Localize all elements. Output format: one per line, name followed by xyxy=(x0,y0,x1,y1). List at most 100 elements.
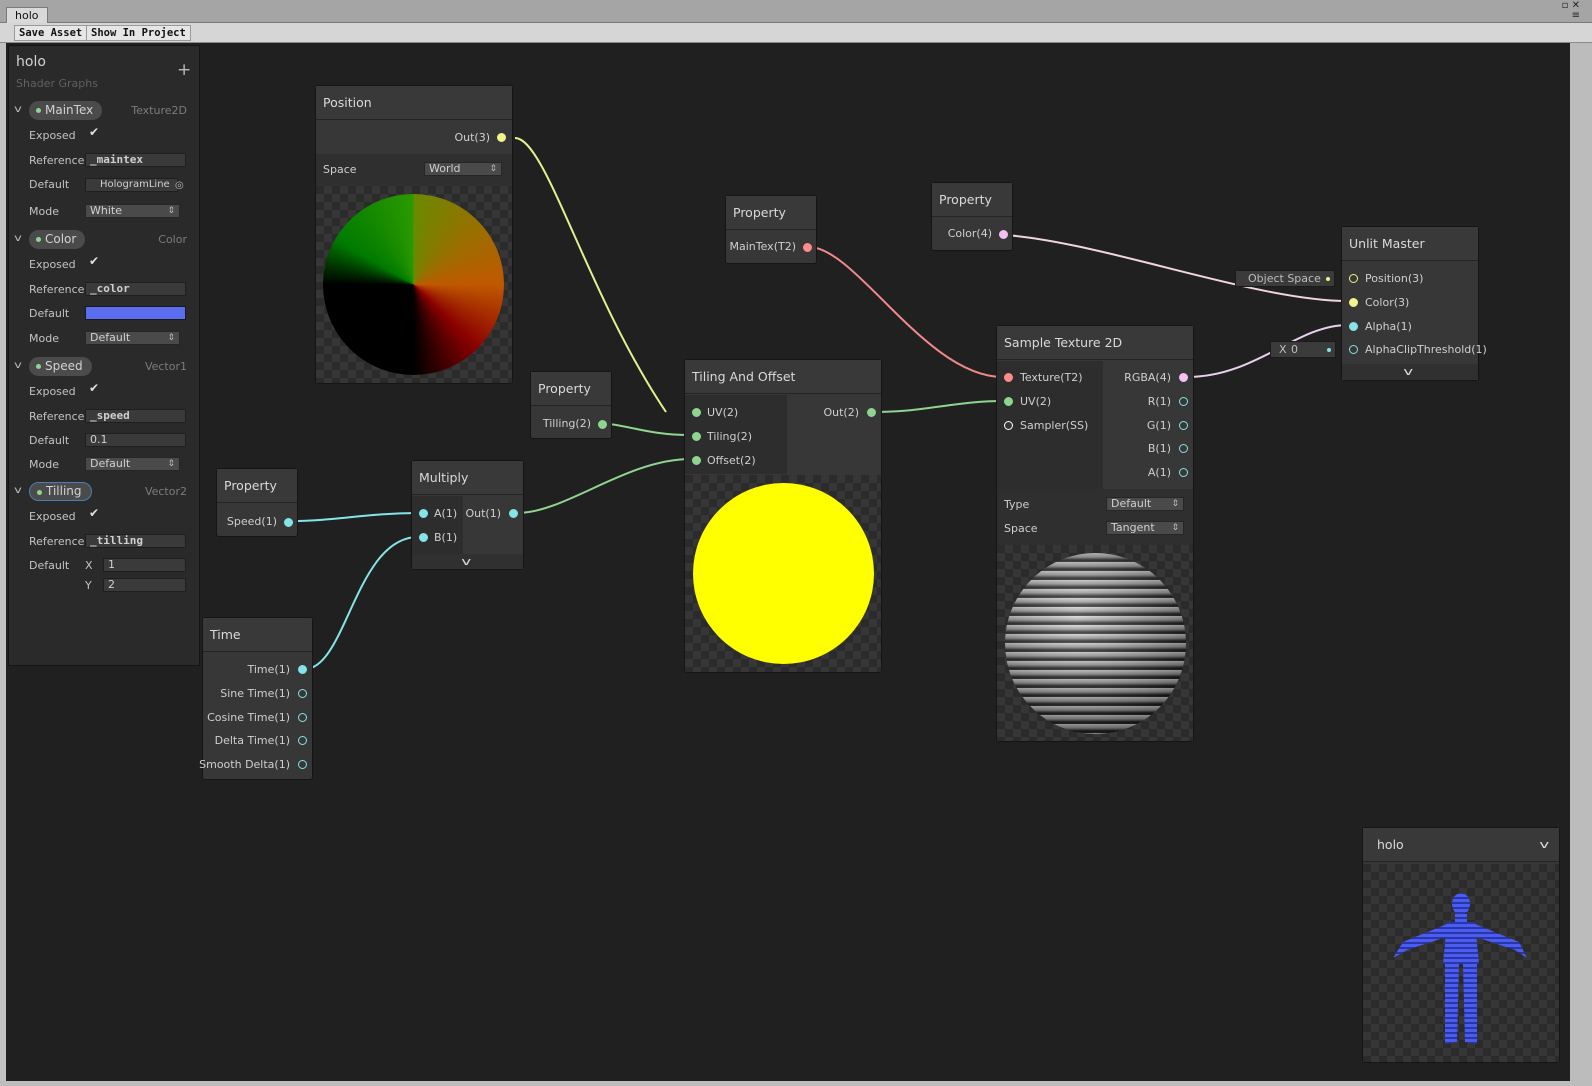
preview-viewport[interactable] xyxy=(1363,864,1559,1062)
output-port-delta-time[interactable] xyxy=(298,736,307,745)
mode-dropdown[interactable]: White xyxy=(85,204,180,218)
output-port-rgba[interactable] xyxy=(1179,373,1188,382)
mode-dropdown[interactable]: Default xyxy=(85,331,180,345)
node-unlit-master[interactable]: Unlit Master Position(3) Color(3) Alpha(… xyxy=(1341,226,1487,381)
output-port-out[interactable] xyxy=(497,133,506,142)
type-dropdown[interactable]: Default xyxy=(1106,497,1184,511)
output-port-texture[interactable] xyxy=(803,243,812,252)
reference-field[interactable]: _maintex xyxy=(85,153,186,167)
space-dropdown[interactable]: World xyxy=(424,162,502,176)
object-picker-icon[interactable]: ◎ xyxy=(175,180,184,191)
blackboard-panel: holo Shader Graphs + v MainTex Texture2D… xyxy=(8,45,200,666)
chevron-down-icon[interactable]: v xyxy=(14,485,22,496)
object-space-inline[interactable]: Object Space xyxy=(1235,270,1335,287)
port-label-out: Color(4) xyxy=(947,227,992,240)
space-label: Space xyxy=(323,163,357,176)
graph-canvas[interactable]: holo Shader Graphs + v MainTex Texture2D… xyxy=(6,43,1570,1081)
property-pill-speed[interactable]: Speed xyxy=(29,357,92,376)
edge-multiply-to-offset xyxy=(516,458,692,514)
inline-connector-dot xyxy=(1326,277,1330,281)
alpha-clip-x-value[interactable]: 0 xyxy=(1291,343,1298,356)
output-port-b[interactable] xyxy=(1179,444,1188,453)
default-value-field[interactable]: 0.1 xyxy=(85,433,186,447)
output-port-cosine-time[interactable] xyxy=(298,713,307,722)
texture-object-field[interactable]: HologramLine xyxy=(85,178,178,192)
port-label-uv: UV(2) xyxy=(707,406,739,419)
node-property-speed[interactable]: Property Speed(1) xyxy=(216,468,298,537)
window-menu-icon[interactable]: ≡ xyxy=(1562,11,1580,21)
node-multiply[interactable]: Multiply A(1) B(1) Out(1) v xyxy=(411,460,524,570)
node-sample-texture-2d[interactable]: Sample Texture 2D Texture(T2) UV(2) Samp… xyxy=(996,325,1194,742)
port-label-alpha: Alpha(1) xyxy=(1365,320,1412,333)
default-x-field[interactable]: 1 xyxy=(103,558,186,572)
mode-label: Mode xyxy=(29,458,59,471)
chevron-down-icon[interactable]: v xyxy=(14,104,22,115)
chevron-down-icon[interactable]: v xyxy=(1539,838,1549,851)
port-label-cosine-time: Cosine Time(1) xyxy=(207,711,290,724)
exposed-checkbox[interactable]: ✔ xyxy=(89,255,102,268)
input-port-uv[interactable] xyxy=(1004,397,1013,406)
input-port-tiling[interactable] xyxy=(692,432,701,441)
node-property-maintex[interactable]: Property MainTex(T2) xyxy=(725,195,817,264)
input-port-offset[interactable] xyxy=(692,456,701,465)
chevron-down-icon[interactable]: v xyxy=(14,360,22,371)
input-port-position[interactable] xyxy=(1349,274,1358,283)
master-preview-panel[interactable]: holo v xyxy=(1362,827,1560,1063)
reference-label: Reference xyxy=(29,410,85,423)
node-tiling-and-offset[interactable]: Tiling And Offset UV(2) Tiling(2) Offset… xyxy=(684,359,882,673)
window-tab[interactable]: holo xyxy=(6,7,48,23)
output-port-a[interactable] xyxy=(1179,468,1188,477)
output-port-out[interactable] xyxy=(867,408,876,417)
input-port-uv[interactable] xyxy=(692,408,701,417)
output-port-tilling[interactable] xyxy=(598,420,607,429)
save-asset-button[interactable]: Save Asset xyxy=(14,25,88,41)
chevron-down-icon[interactable]: v xyxy=(461,555,471,568)
reference-field[interactable]: _tilling xyxy=(85,534,186,548)
property-pill-maintex[interactable]: MainTex xyxy=(29,101,103,120)
default-y-field[interactable]: 2 xyxy=(103,578,186,592)
default-label: Default xyxy=(29,559,70,572)
exposed-checkbox[interactable]: ✔ xyxy=(89,507,102,520)
input-port-alpha[interactable] xyxy=(1349,322,1358,331)
color-swatch[interactable] xyxy=(85,306,186,320)
input-port-a[interactable] xyxy=(419,509,428,518)
output-port-sine-time[interactable] xyxy=(298,689,307,698)
output-port-color[interactable] xyxy=(999,230,1008,239)
node-time[interactable]: Time Time(1) Sine Time(1) Cosine Time(1)… xyxy=(199,617,313,780)
alpha-clip-inline[interactable]: X 0 xyxy=(1270,341,1336,358)
input-port-alpha-clip[interactable] xyxy=(1349,345,1358,354)
edge-tilling-to-tiling xyxy=(603,423,692,436)
input-port-b[interactable] xyxy=(419,533,428,542)
mode-dropdown[interactable]: Default xyxy=(85,457,180,471)
output-port-g[interactable] xyxy=(1179,421,1188,430)
reference-field[interactable]: _color xyxy=(85,282,186,296)
reference-field[interactable]: _speed xyxy=(85,409,186,423)
node-property-tilling[interactable]: Property Tilling(2) xyxy=(530,371,612,439)
output-port-time[interactable] xyxy=(298,665,307,674)
output-port-r[interactable] xyxy=(1179,397,1188,406)
exposed-label: Exposed xyxy=(29,129,76,142)
input-port-sampler[interactable] xyxy=(1004,421,1013,430)
output-port-smooth-delta[interactable] xyxy=(298,760,307,769)
node-property-color[interactable]: Property Color(4) xyxy=(931,182,1013,251)
port-label-smooth-delta: Smooth Delta(1) xyxy=(199,758,290,771)
window-titlebar: holo ▫ ✕ ≡ xyxy=(0,0,1592,23)
property-pill-color[interactable]: Color xyxy=(29,230,86,249)
alpha-clip-x-label: X xyxy=(1279,343,1287,356)
property-pill-tilling[interactable]: Tilling xyxy=(29,482,92,501)
exposed-checkbox[interactable]: ✔ xyxy=(89,126,102,139)
chevron-down-icon[interactable]: v xyxy=(14,233,22,244)
port-label-position: Position(3) xyxy=(1365,272,1424,285)
window-controls[interactable]: ▫ ✕ ≡ xyxy=(1562,1,1580,21)
show-in-project-button[interactable]: Show In Project xyxy=(86,25,191,41)
chevron-down-icon[interactable]: v xyxy=(1403,365,1413,378)
port-label-out: Speed(1) xyxy=(226,515,277,528)
exposed-checkbox[interactable]: ✔ xyxy=(89,382,102,395)
input-port-texture[interactable] xyxy=(1004,373,1013,382)
input-port-color[interactable] xyxy=(1349,298,1358,307)
node-position[interactable]: Position Out(3) Space World xyxy=(315,85,513,384)
output-port-speed[interactable] xyxy=(284,518,293,527)
add-property-icon[interactable]: + xyxy=(177,62,191,79)
space-dropdown[interactable]: Tangent xyxy=(1106,521,1184,535)
output-port-out[interactable] xyxy=(509,509,518,518)
